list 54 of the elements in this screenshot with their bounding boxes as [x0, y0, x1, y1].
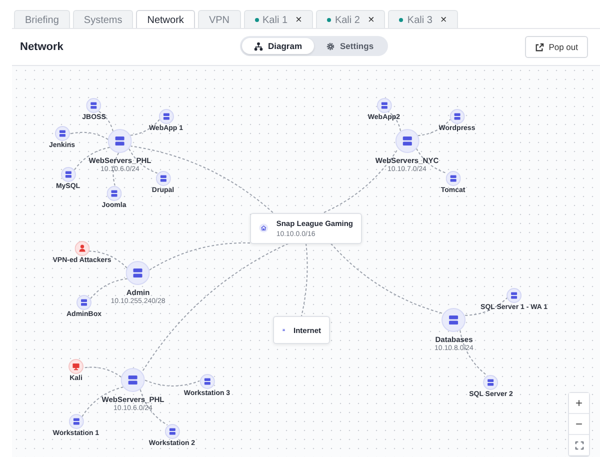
- server-icon[interactable]: [506, 288, 522, 302]
- person-icon[interactable]: [74, 240, 90, 256]
- server-icon[interactable]: [108, 129, 132, 153]
- server-icon[interactable]: [446, 170, 460, 186]
- tab[interactable]: Network: [136, 10, 195, 29]
- server-icon[interactable]: [54, 126, 70, 140]
- fit-screen-icon: [574, 440, 584, 450]
- connector-line: [144, 380, 200, 386]
- tab[interactable]: Kali 3 ×: [388, 10, 458, 29]
- tab-label: Kali 2: [334, 14, 360, 26]
- tab-label: Kali 3: [407, 14, 432, 26]
- zoom-button[interactable]: +: [569, 393, 589, 414]
- external-link-icon: [534, 42, 544, 52]
- tab-label: Systems: [84, 14, 122, 26]
- tab-label: VPN: [208, 14, 230, 26]
- gear-icon: [326, 42, 336, 50]
- server-icon[interactable]: [158, 108, 174, 124]
- monitor-icon[interactable]: [68, 358, 84, 374]
- tab-label: Briefing: [25, 14, 59, 26]
- server-icon[interactable]: [121, 368, 145, 392]
- hierarchy-icon: [254, 42, 263, 50]
- tab-label: Network: [147, 14, 184, 26]
- pop-out-button[interactable]: Pop out: [524, 36, 588, 58]
- server-icon[interactable]: [76, 294, 92, 310]
- server-icon[interactable]: [60, 166, 76, 182]
- status-dot: [326, 18, 331, 22]
- server-icon[interactable]: [126, 261, 150, 285]
- close-button[interactable]: ×: [296, 14, 302, 26]
- tab[interactable]: Kali 2 ×: [316, 10, 386, 29]
- panel-title: Network: [20, 41, 64, 53]
- server-icon[interactable]: [376, 98, 392, 112]
- server-icon[interactable]: [395, 129, 419, 153]
- tab[interactable]: Kali 1 ×: [244, 10, 313, 29]
- server-icon[interactable]: [156, 170, 170, 186]
- server-icon[interactable]: [484, 374, 498, 390]
- status-dot: [254, 18, 258, 22]
- connector-line: [90, 278, 128, 299]
- server-icon[interactable]: [68, 414, 84, 428]
- status-dot: [399, 18, 404, 22]
- server-icon[interactable]: [86, 98, 102, 112]
- tab[interactable]: Systems: [72, 10, 134, 29]
- view-tab[interactable]: Settings: [314, 38, 386, 54]
- view-tab[interactable]: Diagram: [242, 38, 314, 54]
- server-icon[interactable]: [442, 308, 466, 332]
- server-icon[interactable]: [164, 424, 180, 438]
- close-button[interactable]: ×: [440, 14, 447, 26]
- tab[interactable]: VPN: [198, 10, 240, 29]
- connector-line: [82, 366, 122, 378]
- tab[interactable]: Briefing: [14, 10, 70, 29]
- server-icon[interactable]: [200, 374, 214, 388]
- tab-label: Kali 1: [262, 14, 288, 26]
- server-icon[interactable]: [106, 186, 122, 200]
- close-button[interactable]: ×: [368, 14, 374, 26]
- server-icon[interactable]: [450, 108, 464, 124]
